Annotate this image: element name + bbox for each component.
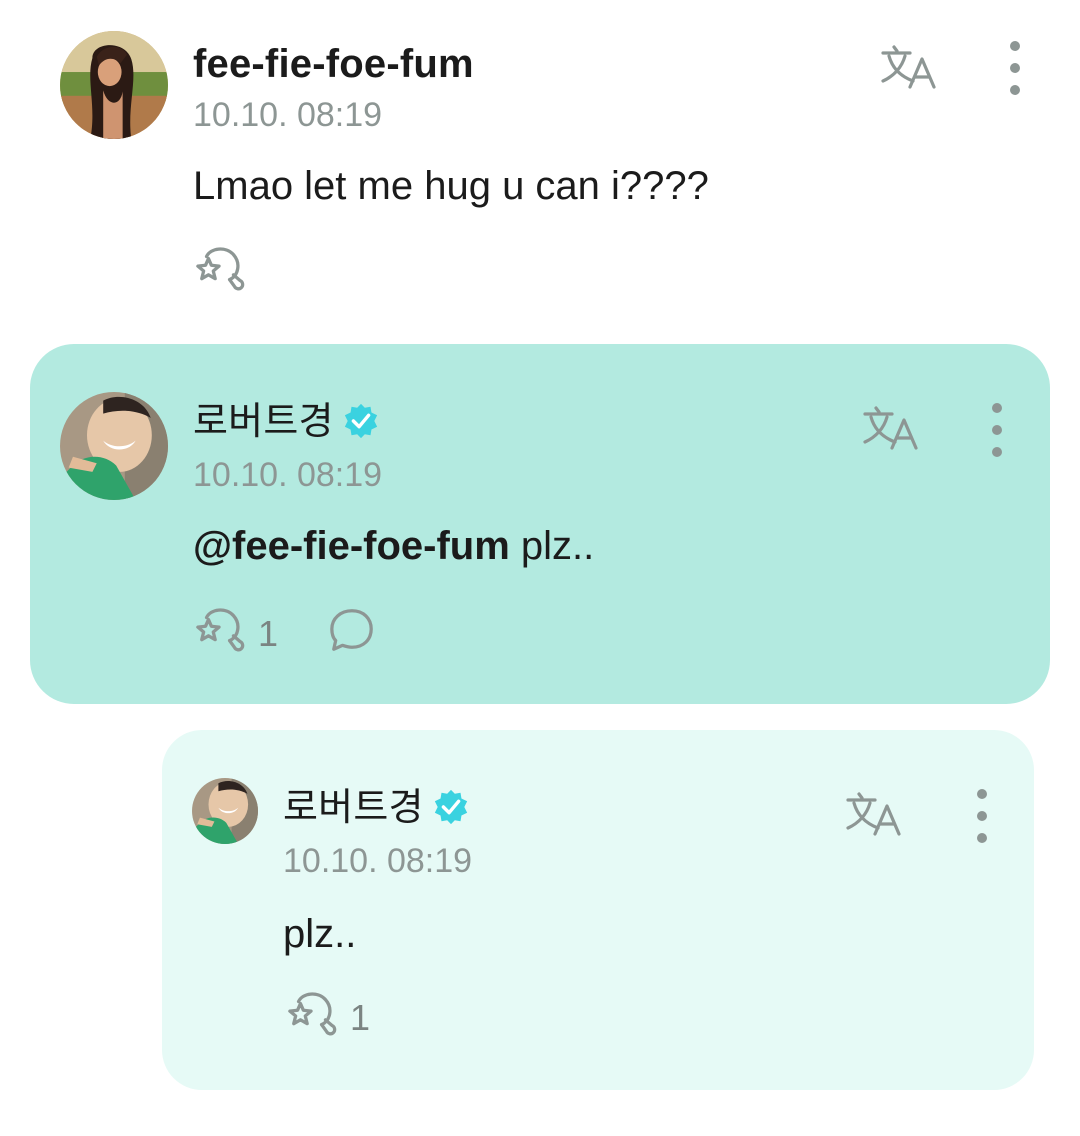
more-vertical-icon[interactable] [972, 786, 992, 846]
username[interactable]: fee-fie-foe-fum [193, 44, 474, 84]
verified-badge-icon [342, 402, 380, 440]
like-count: 1 [258, 613, 279, 654]
translate-icon[interactable] [880, 43, 940, 91]
username-text: 로버트경 [193, 399, 334, 443]
more-vertical-icon[interactable] [987, 400, 1007, 460]
avatar[interactable] [60, 392, 168, 500]
comment-text-body: plz.. [509, 524, 595, 568]
like-icon[interactable] [193, 606, 247, 656]
username[interactable]: 로버트경 [283, 788, 470, 826]
like-icon[interactable] [285, 990, 339, 1040]
timestamp: 10.10. 08:19 [193, 96, 383, 134]
avatar[interactable] [60, 31, 168, 139]
timestamp: 10.10. 08:19 [283, 842, 473, 880]
reply-item: 로버트경 10.10. 08:19 plz.. 1 [162, 730, 1034, 1090]
avatar[interactable] [192, 778, 258, 844]
comment-item: fee-fie-foe-fum 10.10. 08:19 Lmao let me… [0, 0, 1080, 330]
translate-icon[interactable] [862, 404, 922, 452]
comment-text: Lmao let me hug u can i???? [193, 164, 709, 208]
more-vertical-icon[interactable] [1005, 38, 1025, 98]
like-icon[interactable] [193, 245, 247, 295]
comment-text: @fee-fie-foe-fum plz.. [193, 526, 594, 566]
username-text: fee-fie-foe-fum [193, 42, 474, 86]
comment-item-highlighted: 로버트경 10.10. 08:19 @fee-fie-foe-fum plz..… [30, 344, 1050, 704]
username-text: 로버트경 [283, 785, 424, 829]
reply-icon[interactable] [328, 606, 376, 654]
mention-link[interactable]: @fee-fie-foe-fum [193, 524, 510, 568]
verified-badge-icon [432, 788, 470, 826]
translate-icon[interactable] [845, 790, 905, 838]
like-count: 1 [350, 997, 371, 1038]
timestamp: 10.10. 08:19 [193, 456, 383, 494]
comment-text: plz.. [283, 912, 357, 956]
username[interactable]: 로버트경 [193, 402, 380, 440]
